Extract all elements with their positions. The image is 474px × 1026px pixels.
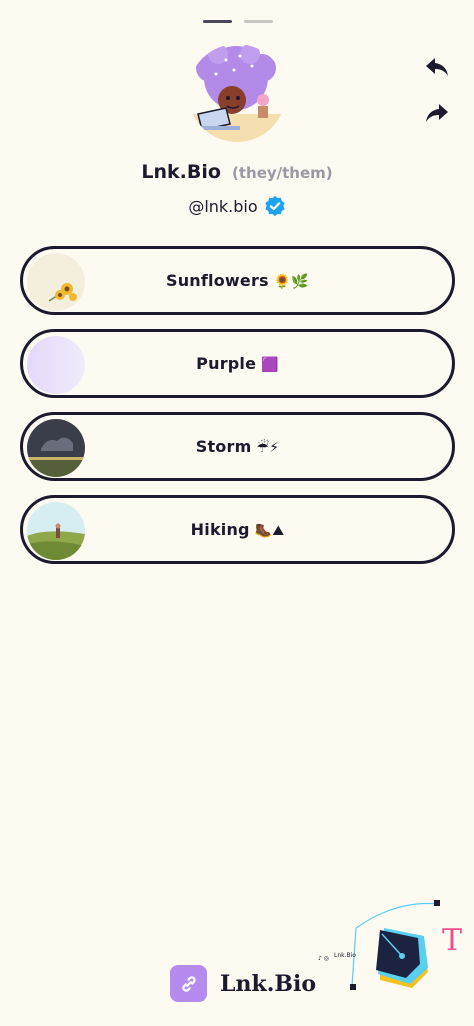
page-indicator: [203, 20, 273, 23]
link-thumbnail-purple: [27, 336, 85, 394]
link-label-purple: Purple 🟪: [196, 354, 279, 373]
profile-handle: @lnk.bio: [188, 196, 258, 216]
link-button-purple[interactable]: Purple 🟪: [20, 329, 455, 398]
footer-lnkbio-logo[interactable]: Lnk.Bio: [170, 965, 316, 1002]
svg-text:♪ ◎: ♪ ◎: [318, 955, 329, 962]
profile-name-row: Lnk.Bio (they/them): [0, 161, 474, 183]
purple-square-emoji: 🟪: [261, 357, 279, 373]
footer-logo-text: Lnk.Bio: [220, 970, 316, 997]
link-button-storm[interactable]: Storm ☔⚡: [20, 412, 455, 481]
back-button[interactable]: [422, 52, 452, 82]
link-thumbnail-hiking: [27, 502, 85, 560]
profile-handle-row: @lnk.bio: [0, 195, 474, 217]
link-chain-icon: [170, 965, 207, 1002]
avatar-illustration: [188, 44, 286, 142]
promo-illustration: T ♪ ◎: [316, 898, 474, 998]
page-dot[interactable]: [244, 20, 273, 23]
profile-name: Lnk.Bio: [141, 161, 221, 183]
sunflower-leaf-emoji: 🌻🌿: [273, 274, 310, 290]
link-thumbnail-sunflowers: [27, 253, 85, 311]
link-label-storm: Storm ☔⚡: [195, 437, 280, 456]
link-button-sunflowers[interactable]: Sunflowers 🌻🌿: [20, 246, 455, 315]
link-label-hiking: Hiking 🥾⛰: [190, 520, 285, 539]
umbrella-lightning-emoji: ☔⚡: [256, 440, 280, 456]
link-list: Sunflowers 🌻🌿 Purple 🟪 Storm ☔⚡ Hiking 🥾…: [20, 246, 455, 578]
svg-text:T: T: [442, 923, 462, 958]
promo-handle: Lnk.Bio: [334, 952, 356, 959]
profile-pronouns: (they/them): [231, 164, 333, 182]
boot-mountain-emoji: 🥾⛰: [254, 523, 285, 539]
link-button-hiking[interactable]: Hiking 🥾⛰: [20, 495, 455, 564]
share-button[interactable]: [422, 98, 452, 128]
pen-tool-illustration: T ♪ ◎: [318, 900, 462, 990]
link-label-sunflowers: Sunflowers 🌻🌿: [165, 271, 310, 290]
back-arrow-icon: [424, 58, 448, 76]
share-arrow-icon: [426, 104, 448, 122]
page-dot-active[interactable]: [203, 20, 232, 23]
verified-badge-icon: [265, 195, 285, 217]
link-thumbnail-storm: [27, 419, 85, 477]
profile-avatar: [188, 44, 286, 142]
